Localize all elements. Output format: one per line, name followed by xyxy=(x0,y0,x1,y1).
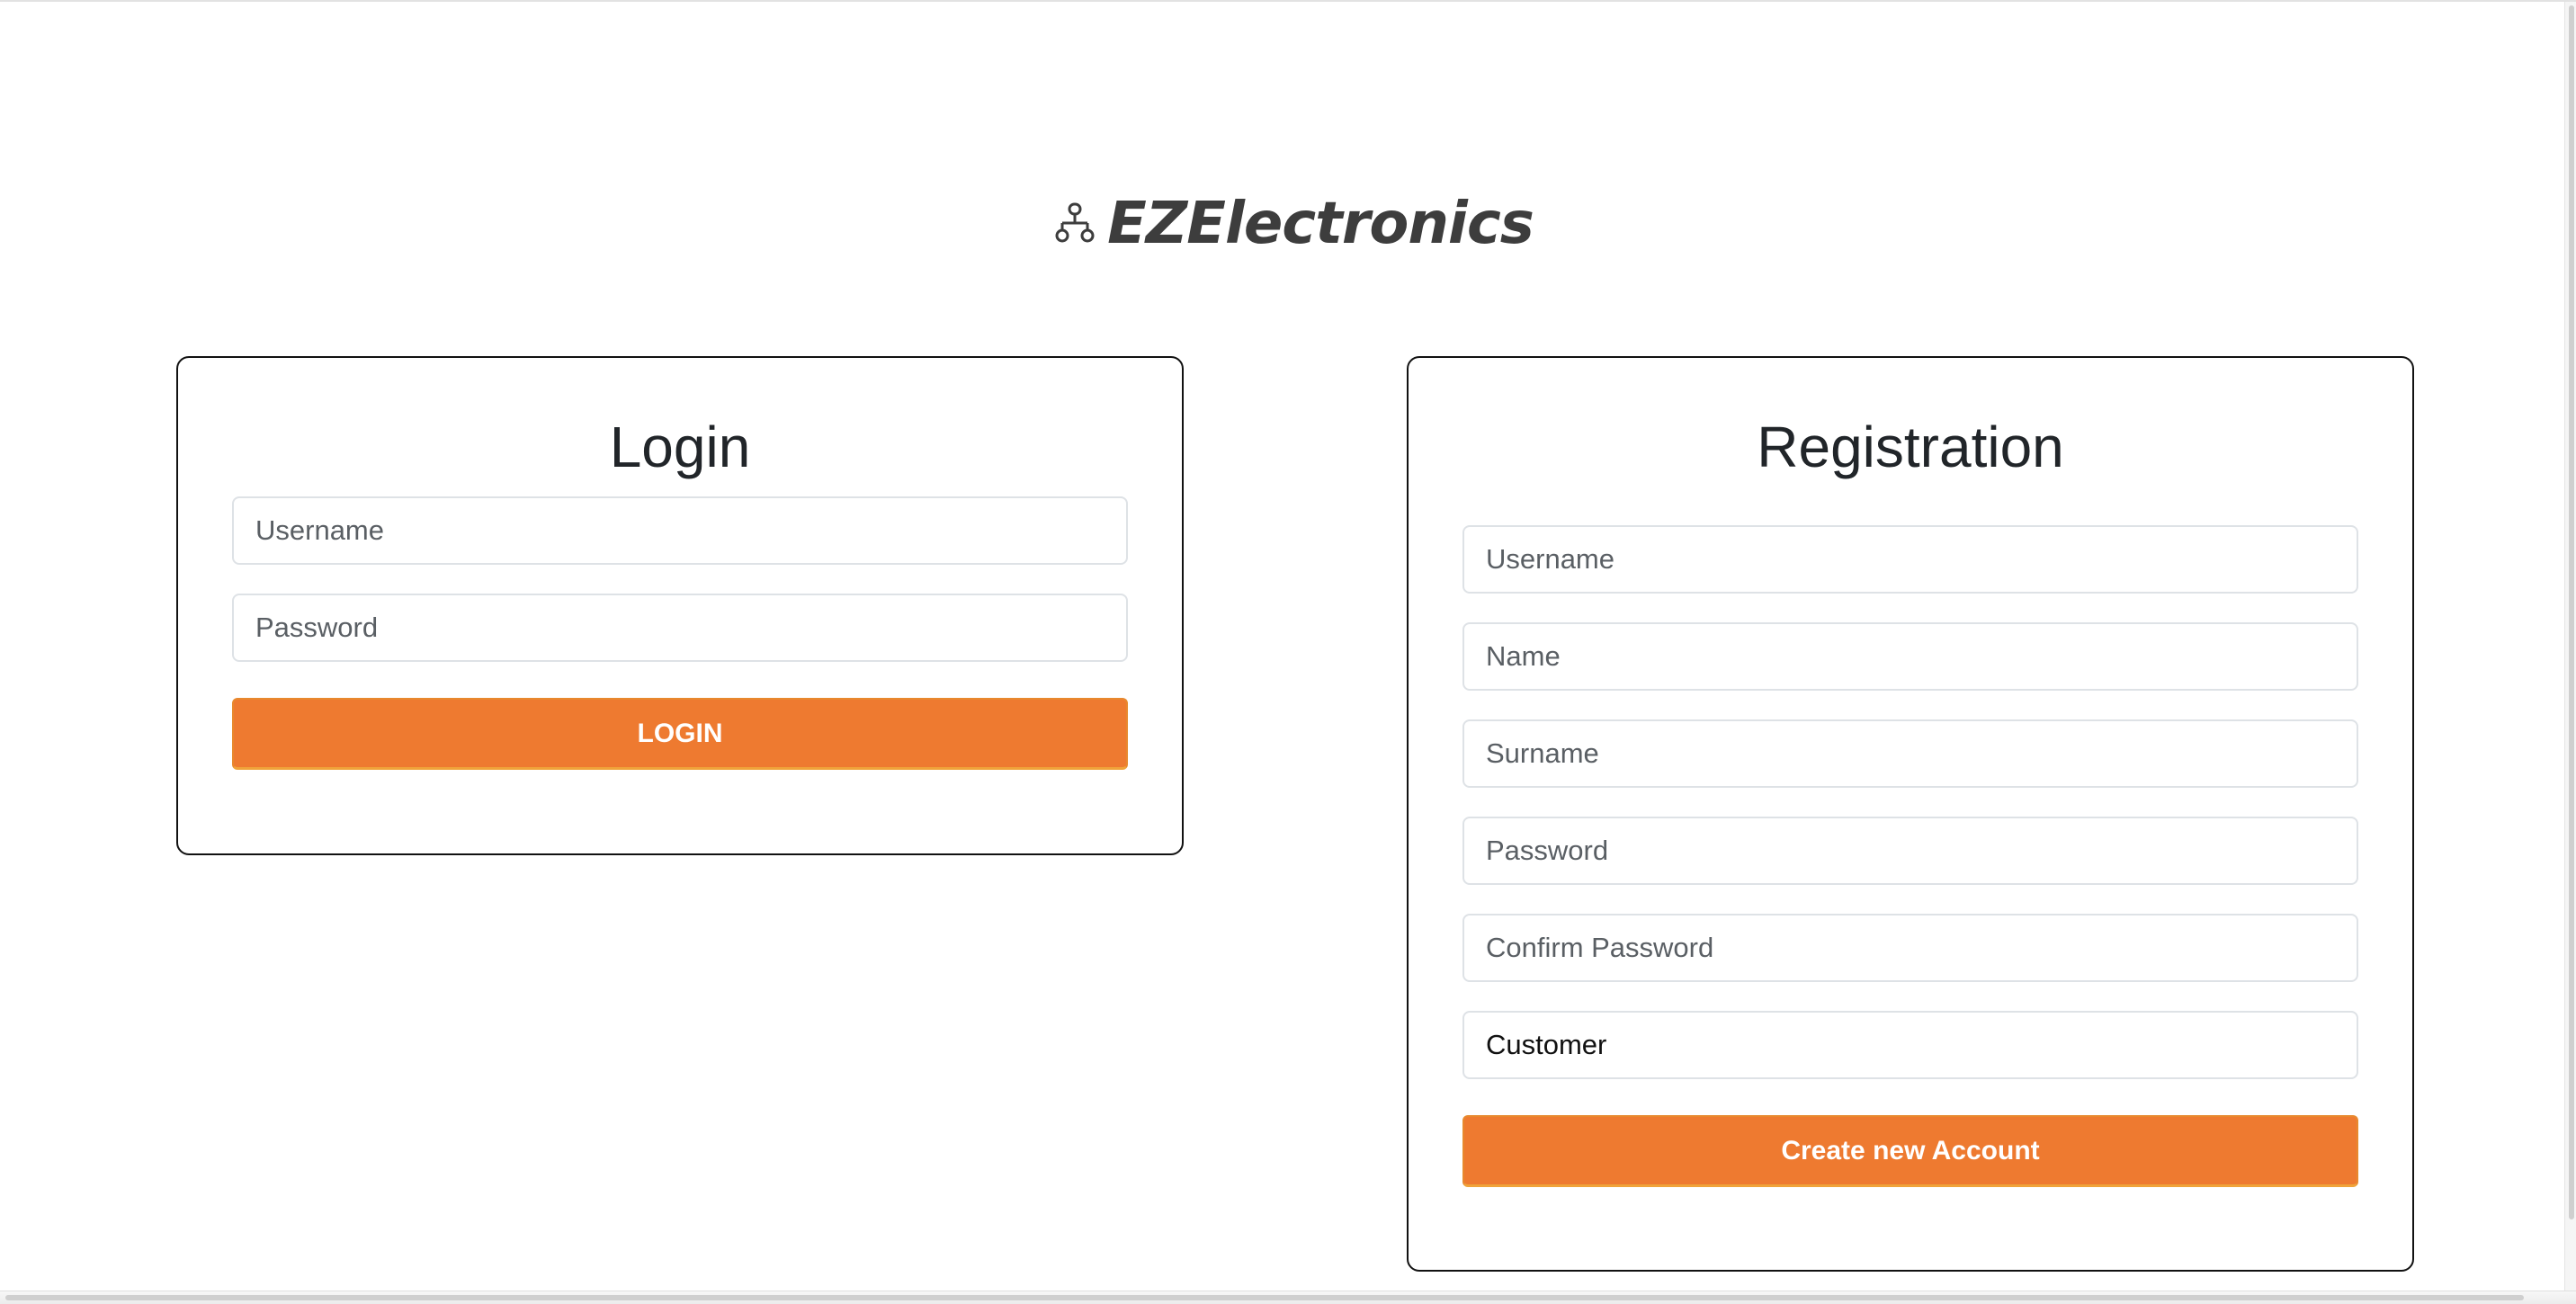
vertical-scrollbar-thumb[interactable] xyxy=(2569,5,2574,1219)
login-title: Login xyxy=(609,415,751,479)
register-username-input[interactable] xyxy=(1462,525,2358,594)
brand-header: EZElectronics xyxy=(0,191,2576,263)
register-name-input[interactable] xyxy=(1462,622,2358,691)
login-button[interactable]: LOGIN xyxy=(232,698,1128,770)
registration-title: Registration xyxy=(1757,415,2064,479)
role-select-value: Customer xyxy=(1486,1029,1607,1060)
horizontal-scrollbar[interactable] xyxy=(0,1291,2576,1304)
login-password-input[interactable] xyxy=(232,594,1128,662)
vertical-scrollbar[interactable] xyxy=(2564,2,2576,1304)
login-card: Login LOGIN xyxy=(176,356,1184,855)
sitemap-icon xyxy=(1055,202,1095,243)
register-password-input[interactable] xyxy=(1462,817,2358,885)
horizontal-scrollbar-thumb[interactable] xyxy=(5,1295,2524,1300)
page: EZElectronics Login LOGIN Registration C… xyxy=(0,0,2576,1304)
brand-logo[interactable]: EZElectronics xyxy=(1055,191,1534,257)
role-select[interactable]: Customer xyxy=(1462,1011,2358,1079)
brand-name: EZElectronics xyxy=(1107,191,1534,257)
create-account-button[interactable]: Create new Account xyxy=(1462,1115,2358,1187)
login-username-input[interactable] xyxy=(232,496,1128,565)
register-confirm-password-input[interactable] xyxy=(1462,914,2358,982)
register-surname-input[interactable] xyxy=(1462,719,2358,788)
registration-card: Registration Customer Create new Account xyxy=(1407,356,2414,1272)
